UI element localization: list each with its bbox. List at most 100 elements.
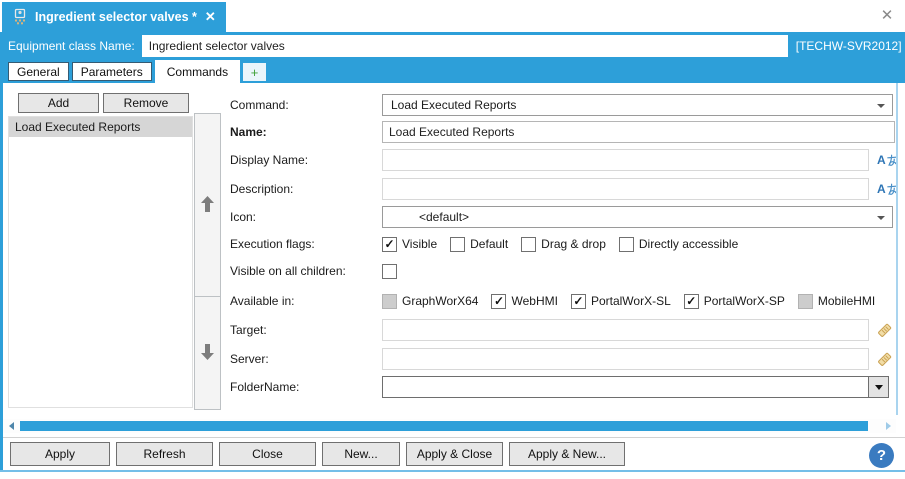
- visible-children-row: Visible on all children: ✓: [230, 263, 402, 279]
- reorder-column: [194, 113, 221, 410]
- tab-close-icon[interactable]: ✕: [205, 9, 216, 25]
- target-input[interactable]: [382, 319, 869, 341]
- mobilehmi-checkbox: ✓: [797, 293, 813, 309]
- flag-drag-drop[interactable]: ✓ Drag & drop: [521, 236, 606, 252]
- visible-children-checkbox[interactable]: ✓: [382, 263, 397, 279]
- execution-flags-row: Execution flags: ✓ Visible ✓ Default ✓ D…: [230, 236, 751, 252]
- flag-directly-accessible[interactable]: ✓ Directly accessible: [618, 236, 739, 252]
- drag-drop-checkbox[interactable]: ✓: [521, 236, 537, 252]
- scrollbar-thumb[interactable]: [20, 421, 868, 431]
- commands-tab-panel: Add Remove Load Executed Reports Command…: [0, 83, 905, 419]
- available-in-row: Available in: ✓ GraphWorX64 ✓ WebHMI ✓ P…: [230, 293, 888, 309]
- target-label: Target:: [230, 323, 267, 337]
- icon-label: Icon:: [230, 210, 257, 224]
- icon-dropdown[interactable]: <default>: [382, 206, 893, 228]
- folder-name-label: FolderName:: [230, 380, 300, 394]
- equipment-class-icon: [12, 7, 28, 28]
- check-icon: ✓: [384, 236, 395, 251]
- check-icon: ✓: [493, 293, 505, 308]
- command-label: Command:: [230, 98, 289, 112]
- tag-icon[interactable]: [877, 352, 892, 367]
- available-graphworx64: ✓ GraphWorX64: [382, 293, 478, 309]
- command-row: Command: Load Executed Reports: [230, 94, 893, 116]
- localize-a-glyph: A: [877, 153, 886, 167]
- content-left-border: [0, 83, 3, 471]
- display-name-label: Display Name:: [230, 153, 309, 167]
- description-row: Description: A: [230, 178, 898, 200]
- titlebar: Ingredient selector valves * ✕ ✕: [0, 0, 905, 32]
- equipment-class-editor-window: Ingredient selector valves * ✕ ✕ Equipme…: [0, 0, 905, 479]
- command-value: Load Executed Reports: [391, 98, 517, 112]
- description-input[interactable]: [382, 178, 869, 200]
- graphworx64-checkbox: ✓: [382, 293, 397, 309]
- flag-visible[interactable]: ✓ Visible: [382, 236, 438, 252]
- visible-children-label: Visible on all children:: [230, 264, 346, 278]
- list-item[interactable]: Load Executed Reports: [9, 117, 192, 137]
- display-name-input[interactable]: [382, 149, 869, 171]
- equipment-name-label: Equipment class Name:: [8, 39, 135, 53]
- flag-default[interactable]: ✓ Default: [450, 236, 509, 252]
- help-icon[interactable]: ?: [869, 443, 894, 468]
- portalworx-sl-checkbox[interactable]: ✓: [570, 293, 586, 309]
- directly-accessible-checkbox[interactable]: ✓: [618, 236, 634, 252]
- webhmi-checkbox[interactable]: ✓: [491, 293, 507, 309]
- description-label: Description:: [230, 182, 294, 196]
- move-down-button[interactable]: [194, 296, 221, 410]
- checkbox-label: Directly accessible: [638, 237, 739, 251]
- check-icon: ✓: [686, 293, 697, 308]
- new-button[interactable]: New...: [322, 442, 400, 466]
- add-tab-button[interactable]: +: [243, 63, 267, 81]
- remove-button[interactable]: Remove: [103, 93, 189, 113]
- up-arrow-icon: [201, 195, 214, 215]
- refresh-button[interactable]: Refresh: [116, 442, 213, 466]
- apply-close-button[interactable]: Apply & Close: [406, 442, 503, 466]
- name-label: Name:: [230, 125, 267, 139]
- available-in-label: Available in:: [230, 294, 295, 308]
- document-tab[interactable]: Ingredient selector valves * ✕: [2, 2, 226, 32]
- folder-dropdown-button[interactable]: [868, 377, 888, 397]
- execution-flags-label: Execution flags:: [230, 237, 315, 251]
- tab-commands[interactable]: Commands: [154, 60, 241, 83]
- tab-parameters[interactable]: Parameters: [71, 62, 152, 81]
- content-right-border: [896, 83, 898, 415]
- checkbox-label: MobileHMI: [817, 294, 876, 308]
- available-portalworx-sl[interactable]: ✓ PortalWorX-SL: [570, 293, 671, 309]
- server-badge: [TECHW-SVR2012]: [795, 39, 902, 53]
- localize-a-glyph: A: [877, 182, 886, 196]
- tab-general[interactable]: General: [8, 62, 69, 81]
- portalworx-sp-checkbox[interactable]: ✓: [683, 293, 699, 309]
- chevron-down-icon: [877, 216, 885, 220]
- scroll-left-icon[interactable]: [9, 422, 14, 430]
- tag-icon[interactable]: [877, 323, 892, 338]
- checkbox-label: WebHMI: [511, 294, 558, 308]
- server-row: Server:: [230, 348, 892, 370]
- checkbox-label: Visible: [402, 237, 438, 251]
- checkbox-label: Drag & drop: [541, 237, 606, 251]
- checkbox-label: Default: [470, 237, 509, 251]
- add-button[interactable]: Add: [18, 93, 99, 113]
- folder-name-combobox[interactable]: [382, 376, 889, 398]
- name-input[interactable]: [382, 121, 895, 143]
- server-input[interactable]: [382, 348, 869, 370]
- equipment-name-input[interactable]: [141, 35, 788, 57]
- chevron-down-icon: [877, 104, 885, 108]
- horizontal-scrollbar[interactable]: [3, 419, 896, 433]
- default-checkbox[interactable]: ✓: [450, 236, 466, 252]
- apply-button[interactable]: Apply: [10, 442, 110, 466]
- localize-icon[interactable]: A: [877, 182, 898, 196]
- command-dropdown[interactable]: Load Executed Reports: [382, 94, 893, 116]
- server-label: Server:: [230, 352, 269, 366]
- visible-checkbox[interactable]: ✓: [382, 236, 397, 252]
- close-button[interactable]: Close: [219, 442, 316, 466]
- window-close-icon[interactable]: ✕: [877, 6, 897, 26]
- localize-icon[interactable]: A: [877, 153, 898, 167]
- move-up-button[interactable]: [194, 113, 221, 297]
- apply-new-button[interactable]: Apply & New...: [509, 442, 625, 466]
- folder-name-row: FolderName:: [230, 376, 889, 398]
- scroll-right-icon[interactable]: [886, 422, 891, 430]
- equipment-name-row: Equipment class Name: [TECHW-SVR2012]: [0, 32, 905, 60]
- check-icon: ✓: [573, 293, 584, 308]
- available-webhmi[interactable]: ✓ WebHMI: [491, 293, 558, 309]
- available-portalworx-sp[interactable]: ✓ PortalWorX-SP: [683, 293, 785, 309]
- display-name-row: Display Name: A: [230, 149, 898, 171]
